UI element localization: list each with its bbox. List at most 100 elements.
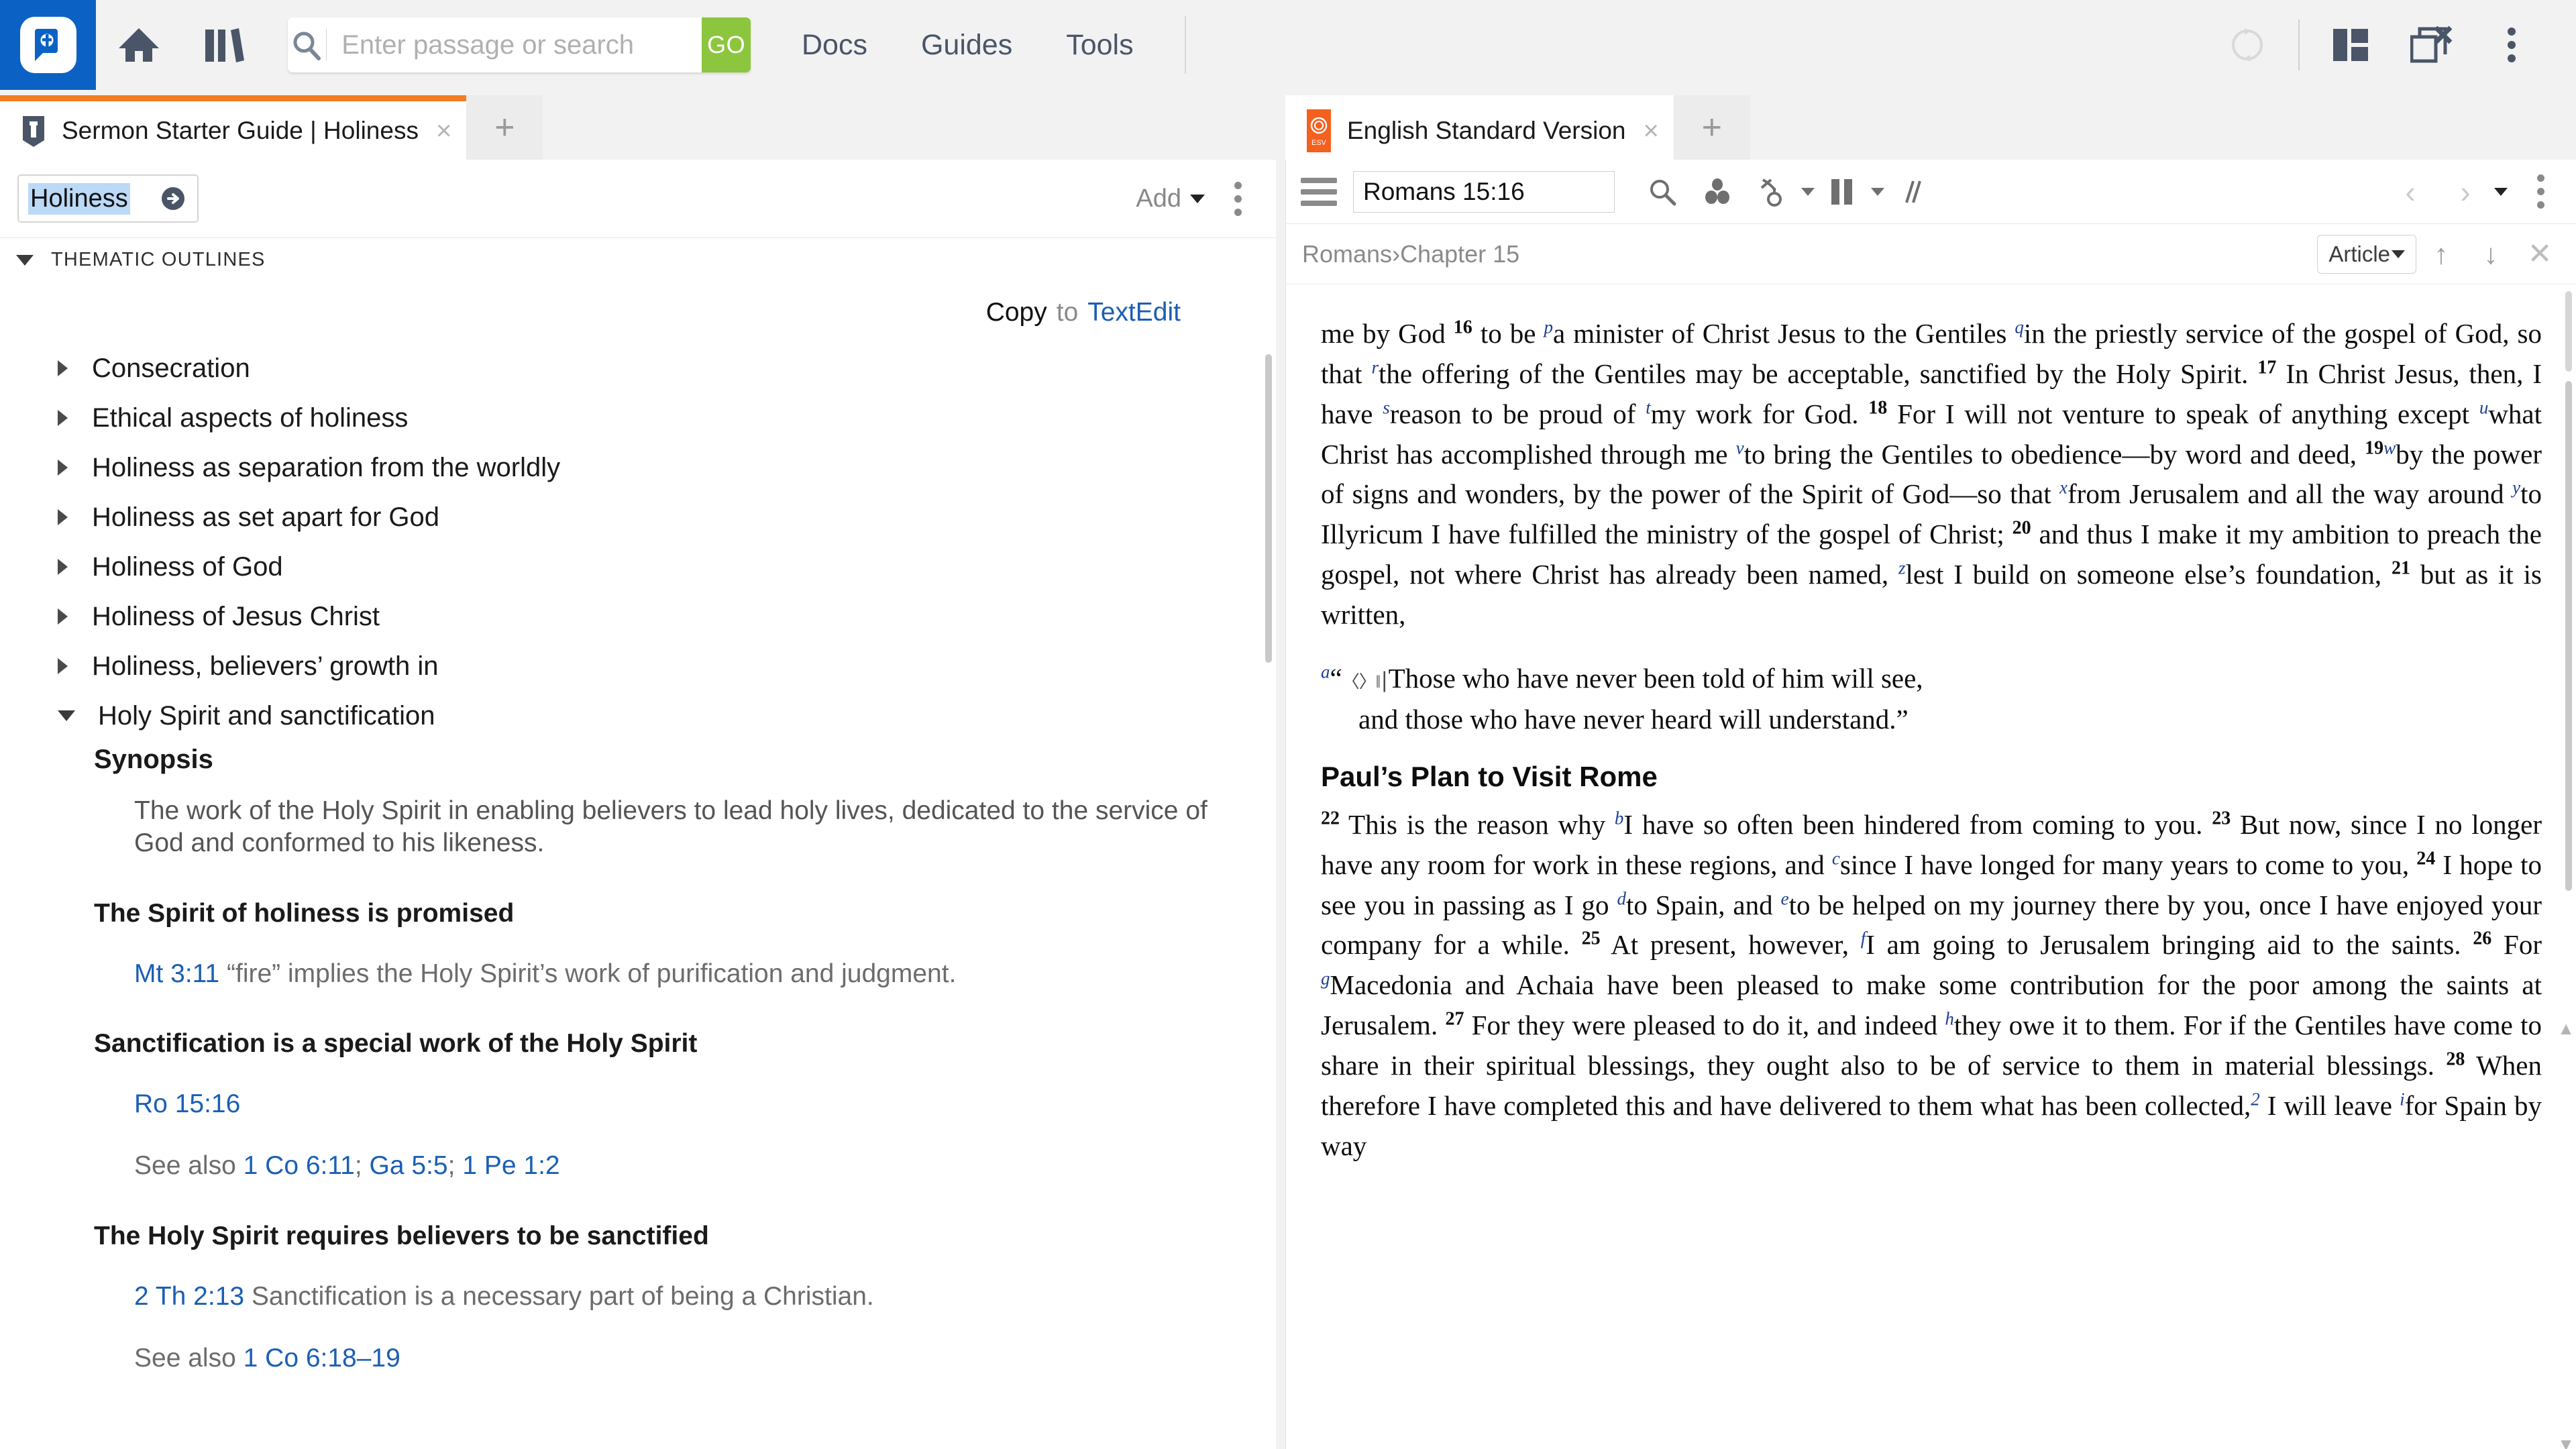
close-all-windows-icon[interactable] (2391, 0, 2471, 90)
library-books-icon[interactable] (182, 0, 268, 90)
breadcrumb-book[interactable]: Romans (1302, 240, 1392, 268)
footnote-marker[interactable]: i (2400, 1089, 2405, 1109)
chevron-left-icon[interactable]: ‹ (2383, 174, 2438, 210)
triangle-right-icon[interactable] (58, 658, 68, 674)
right-panel-scroll-track[interactable] (2565, 291, 2572, 372)
verse-number: 16 (1453, 317, 1472, 338)
scripture-ref-link[interactable]: 1 Co 6:11 (244, 1151, 355, 1180)
section-thematic-outlines[interactable]: THEMATIC OUTLINES (0, 237, 1276, 282)
new-tab-button[interactable]: + (1673, 95, 1750, 160)
triangle-right-icon[interactable] (58, 360, 68, 376)
history-chevron-down-icon[interactable] (2494, 187, 2508, 196)
scripture-ref-link[interactable]: 1 Co 6:18–19 (244, 1344, 400, 1373)
nav-docs[interactable]: Docs (775, 0, 894, 90)
search-icon[interactable] (1635, 164, 1690, 219)
nav-guides[interactable]: Guides (894, 0, 1039, 90)
home-icon[interactable] (96, 0, 182, 90)
scripture-ref-link[interactable]: Ga 5:5 (370, 1151, 448, 1180)
scripture-ref-link[interactable]: 1 Pe 1:2 (462, 1151, 559, 1180)
pane-divider[interactable] (1276, 90, 1285, 1449)
guide-topic-input[interactable]: Holiness (17, 174, 199, 223)
left-panel-scrollbar[interactable] (1265, 354, 1272, 663)
outline-item-separation-worldly[interactable]: Holiness as separation from the worldly (0, 443, 1276, 492)
footnote-marker[interactable]: t (1646, 397, 1651, 417)
triangle-right-icon[interactable] (58, 509, 68, 525)
outline-item-ethical-aspects[interactable]: Ethical aspects of holiness (0, 393, 1276, 443)
sync-refresh-icon[interactable] (2207, 0, 2288, 90)
scripture-ref-link[interactable]: Mt 3:11 (134, 959, 219, 988)
footnote-marker[interactable]: d (1617, 888, 1626, 908)
inline-verses-icon[interactable] (1884, 164, 1939, 219)
scroll-up-arrow-icon[interactable]: ▲ (2557, 1018, 2575, 1039)
find-scope-dropdown[interactable]: Article (2317, 234, 2416, 274)
outline-item-holy-spirit-sanctification[interactable]: Holy Spirit and sanctification (0, 691, 1276, 741)
triangle-right-icon[interactable] (58, 608, 68, 625)
copy-label[interactable]: Copy (986, 298, 1047, 327)
footnote-marker[interactable]: g (1321, 969, 1330, 989)
block-entry: Ro 15:16 (94, 1088, 1236, 1120)
triangle-down-icon[interactable] (58, 710, 75, 721)
layout-panels-icon[interactable] (2310, 0, 2391, 90)
nav-tools[interactable]: Tools (1039, 0, 1160, 90)
footnote-marker[interactable]: 2 (2251, 1089, 2260, 1109)
triangle-down-icon[interactable] (16, 254, 34, 266)
scripture-ref-link[interactable]: Ro 15:16 (134, 1089, 240, 1118)
triangle-right-icon[interactable] (58, 559, 68, 575)
footnote-marker[interactable]: q (2015, 317, 2024, 337)
tab-sermon-starter-guide[interactable]: Sermon Starter Guide | Holiness × (0, 95, 467, 160)
footnote-marker[interactable]: c (1832, 848, 1840, 868)
outline-item-believers-growth[interactable]: Holiness, believers’ growth in (0, 641, 1276, 691)
footnote-marker[interactable]: a (1321, 661, 1330, 682)
parallel-resources-icon[interactable] (1690, 164, 1745, 219)
triangle-right-icon[interactable] (58, 460, 68, 476)
close-icon[interactable]: × (1644, 117, 1659, 144)
close-icon[interactable]: ✕ (2516, 237, 2564, 271)
search-go-button[interactable]: GO (702, 17, 751, 72)
footnote-marker[interactable]: r (1371, 357, 1379, 377)
footnote-marker[interactable]: h (1945, 1009, 1954, 1029)
footnote-marker[interactable]: u (2479, 397, 2489, 417)
scripture-ref-link[interactable]: 2 Th 2:13 (134, 1282, 244, 1311)
chevron-right-icon[interactable]: › (2438, 174, 2493, 210)
outline-item-holiness-of-god[interactable]: Holiness of God (0, 542, 1276, 592)
copy-target-textedit[interactable]: TextEdit (1087, 298, 1181, 327)
footnote-marker[interactable]: y (2512, 478, 2520, 498)
hamburger-menu-icon[interactable] (1301, 171, 1342, 213)
scroll-down-arrow-icon[interactable]: ▼ (2557, 1434, 2575, 1449)
footnote-marker[interactable]: p (1544, 317, 1553, 337)
tab-english-standard-version[interactable]: ESV English Standard Version × (1285, 95, 1674, 160)
chevron-down-icon[interactable] (1801, 187, 1815, 196)
triangle-right-icon[interactable] (58, 410, 68, 426)
panel-kebab-menu-icon[interactable] (2520, 174, 2561, 209)
close-icon[interactable]: × (436, 117, 451, 144)
search-input[interactable] (327, 17, 702, 72)
footnote-marker[interactable]: v (1736, 437, 1744, 458)
footnote-marker[interactable]: b (1615, 808, 1624, 828)
breadcrumb-chapter[interactable]: Chapter 15 (1400, 240, 1519, 268)
outline-item-set-apart-for-god[interactable]: Holiness as set apart for God (0, 492, 1276, 542)
footnote-marker[interactable]: s (1383, 397, 1390, 417)
new-tab-button[interactable]: + (466, 95, 543, 160)
kebab-menu-icon[interactable] (2471, 0, 2552, 90)
bible-text-body[interactable]: me by God 16 to be pa minister of Christ… (1286, 287, 2576, 1449)
arrow-up-icon[interactable]: ↑ (2416, 238, 2466, 270)
arrow-right-circle-icon[interactable] (158, 184, 188, 213)
visual-filters-icon[interactable] (1745, 164, 1800, 219)
verse-text: to be (1472, 318, 1544, 349)
guide-menu-icon[interactable] (1217, 181, 1258, 216)
footnote-marker[interactable]: x (2059, 478, 2068, 498)
chevron-down-icon[interactable] (1871, 187, 1884, 196)
logos-app-icon[interactable] (0, 0, 96, 90)
footnote-marker[interactable]: z (1898, 558, 1906, 578)
guide-header: Holiness Add (0, 160, 1276, 237)
arrow-down-icon[interactable]: ↓ (2466, 238, 2516, 270)
footnote-marker[interactable]: e (1781, 888, 1789, 908)
verse-number: 28 (2446, 1049, 2465, 1070)
outline-item-holiness-of-jesus-christ[interactable]: Holiness of Jesus Christ (0, 592, 1276, 641)
footnote-marker[interactable]: w (2383, 437, 2396, 458)
columns-layout-icon[interactable] (1815, 164, 1870, 219)
outline-item-consecration[interactable]: Consecration (0, 343, 1276, 393)
reference-input[interactable]: Romans 15:16 (1353, 170, 1615, 213)
add-section-button[interactable]: Add (1136, 184, 1205, 213)
right-panel-scrollbar[interactable] (2565, 381, 2572, 891)
